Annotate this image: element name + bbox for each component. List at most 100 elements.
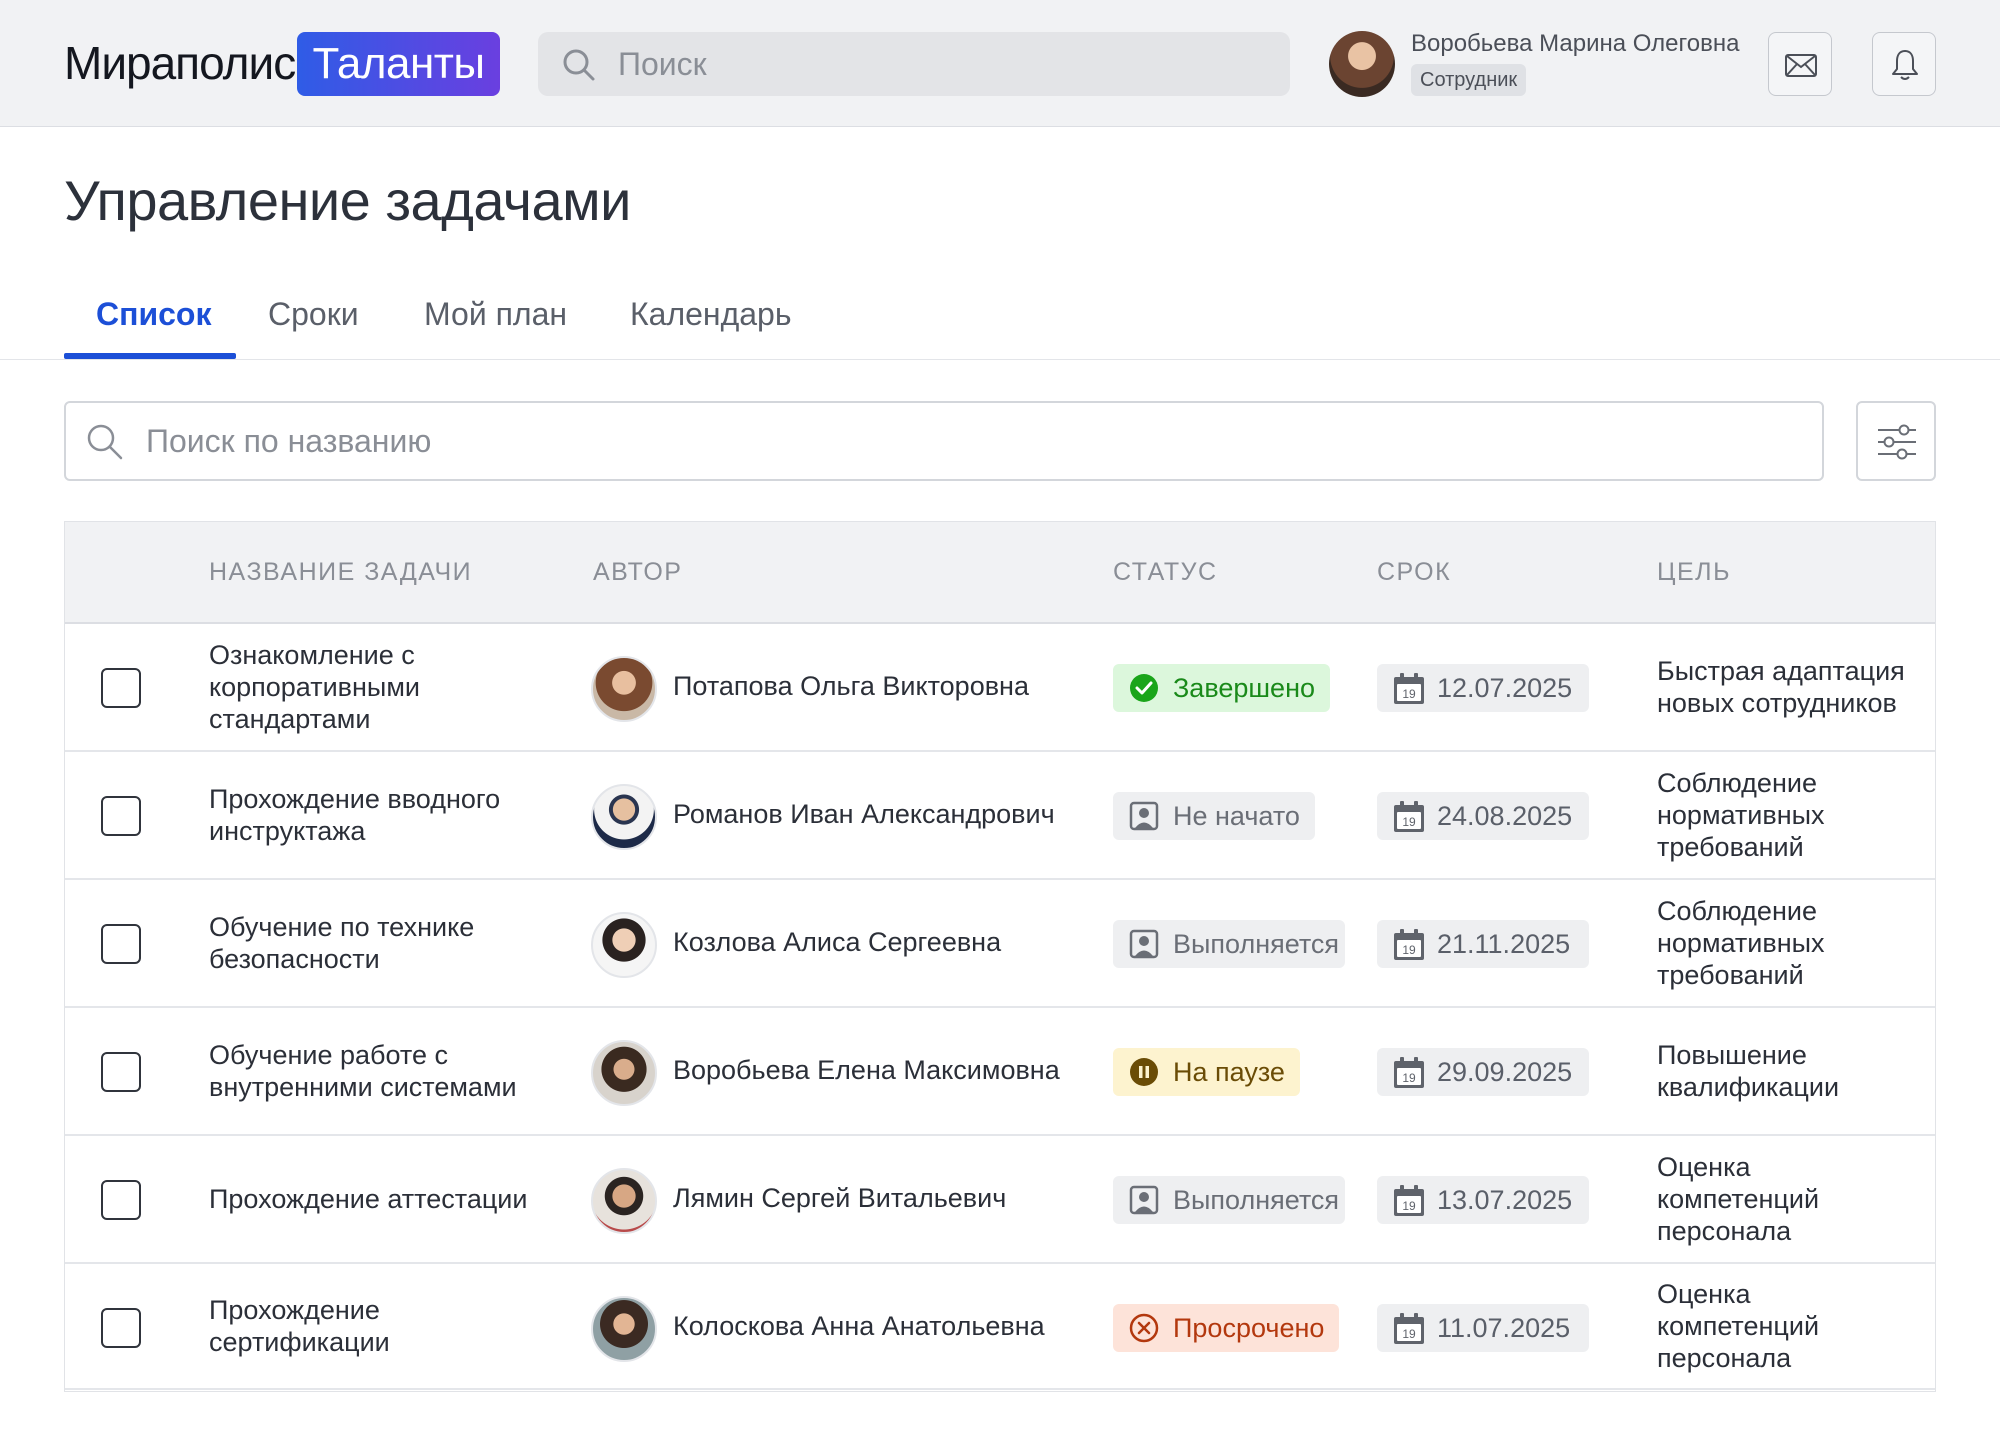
table-row[interactable]: Обучение по технике безопасности Козлова …: [65, 880, 1935, 1008]
row-checkbox[interactable]: [101, 1180, 141, 1220]
task-search-input[interactable]: Поиск по названию: [64, 401, 1824, 481]
column-header-deadline[interactable]: СРОК: [1377, 558, 1451, 587]
row-checkbox[interactable]: [101, 1308, 141, 1348]
calendar-icon: 19: [1394, 1313, 1424, 1344]
status-label: Выполняется: [1173, 929, 1340, 959]
table-row[interactable]: Прохождение вводного инструктажа Романов …: [65, 752, 1935, 880]
goal-text: Соблюдение нормативных требований: [1657, 896, 1825, 990]
task-name[interactable]: Прохождение вводного инструктажа: [209, 783, 559, 847]
deadline-date: 13.07.2025: [1437, 1185, 1573, 1215]
table-row[interactable]: Обучение работе с внутренними системами В…: [65, 1008, 1935, 1136]
calendar-icon: 19: [1394, 1185, 1424, 1216]
column-header-author[interactable]: АВТОР: [593, 558, 682, 587]
user-name: Воробьева Марина Олеговна: [1411, 30, 1740, 57]
row-checkbox[interactable]: [101, 924, 141, 964]
author-avatar: [591, 1168, 657, 1234]
author-avatar: [591, 1040, 657, 1106]
table-row[interactable]: Прохождение аттестации Лямин Сергей Витал…: [65, 1136, 1935, 1264]
global-search-input[interactable]: Поиск: [538, 32, 1290, 96]
pause-circle-icon: [1130, 1058, 1158, 1086]
status-label: На паузе: [1173, 1057, 1285, 1087]
tab-deadlines[interactable]: Сроки: [268, 296, 359, 333]
status-badge: Выполняется: [1113, 920, 1345, 968]
filter-sliders-icon: [1878, 424, 1916, 460]
tab-calendar[interactable]: Календарь: [630, 296, 792, 333]
tasks-table: НАЗВАНИЕ ЗАДАЧИ АВТОР СТАТУС СРОК ЦЕЛЬ О…: [64, 521, 1936, 1392]
status-label: Завершено: [1173, 673, 1316, 703]
deadline-date: 21.11.2025: [1437, 929, 1571, 959]
column-header-goal[interactable]: ЦЕЛЬ: [1657, 558, 1731, 587]
calendar-day-number: 19: [1402, 1071, 1416, 1085]
status-label: Не начато: [1173, 801, 1300, 831]
row-checkbox[interactable]: [101, 1052, 141, 1092]
search-icon: [563, 49, 595, 81]
goal-text: Оценка компетенций персонала: [1657, 1152, 1820, 1246]
deadline-badge: 19 12.07.2025: [1377, 664, 1589, 712]
author-name: Романов Иван Александрович: [673, 799, 1055, 829]
deadline-badge: 19 29.09.2025: [1377, 1048, 1589, 1096]
table-row[interactable]: Ознакомление с корпоративными стандартам…: [65, 624, 1935, 752]
task-search-placeholder: Поиск по названию: [146, 423, 432, 459]
table-row[interactable]: Прохождение сертификации Колоскова Анна А…: [65, 1264, 1935, 1390]
status-badge: Не начато: [1113, 792, 1315, 840]
deadline-badge: 19 24.08.2025: [1377, 792, 1589, 840]
deadline-date: 12.07.2025: [1437, 673, 1573, 703]
status-badge: Завершено: [1113, 664, 1331, 712]
search-icon: [87, 424, 123, 460]
status-label: Выполняется: [1173, 1185, 1340, 1215]
deadline-date: 11.07.2025: [1437, 1313, 1571, 1343]
row-checkbox[interactable]: [101, 796, 141, 836]
tabs-divider: [0, 359, 2000, 360]
table-header: НАЗВАНИЕ ЗАДАЧИ АВТОР СТАТУС СРОК ЦЕЛЬ: [65, 522, 1935, 624]
author-avatar: [591, 784, 657, 850]
author-name: Воробьева Елена Максимовна: [673, 1055, 1060, 1085]
logo-badge[interactable]: Таланты: [297, 32, 500, 96]
calendar-day-number: 19: [1402, 1327, 1416, 1341]
global-search-placeholder: Поиск: [618, 46, 707, 82]
filter-button[interactable]: [1856, 401, 1936, 481]
goal-text: Повышение квалификации: [1657, 1040, 1840, 1102]
status-badge: На паузе: [1113, 1048, 1300, 1096]
goal-text: Соблюдение нормативных требований: [1657, 768, 1825, 862]
deadline-badge: 19 21.11.2025: [1377, 920, 1589, 968]
deadline-date: 24.08.2025: [1437, 801, 1573, 831]
deadline-badge: 19 13.07.2025: [1377, 1176, 1589, 1224]
bell-icon: [1892, 50, 1918, 80]
deadline-date: 29.09.2025: [1437, 1057, 1573, 1087]
page-title: Управление задачами: [64, 169, 631, 232]
messages-button[interactable]: [1768, 32, 1832, 96]
tab-list[interactable]: Список: [96, 296, 211, 333]
row-checkbox[interactable]: [101, 668, 141, 708]
calendar-day-number: 19: [1402, 687, 1416, 701]
task-name[interactable]: Обучение по технике безопасности: [209, 911, 559, 975]
check-circle-icon: [1130, 674, 1158, 702]
logo-text[interactable]: Мираполис: [64, 36, 296, 90]
status-label: Просрочено: [1173, 1313, 1325, 1343]
author-name: Лямин Сергей Витальевич: [673, 1183, 1007, 1213]
notifications-button[interactable]: [1872, 32, 1936, 96]
status-badge: Просрочено: [1113, 1304, 1340, 1352]
goal-text: Оценка компетенций персонала: [1657, 1279, 1820, 1373]
author-name: Потапова Ольга Викторовна: [673, 671, 1029, 701]
task-name[interactable]: Ознакомление с корпоративными стандартам…: [209, 639, 559, 735]
calendar-day-number: 19: [1402, 943, 1416, 957]
tab-my-plan[interactable]: Мой план: [424, 296, 567, 333]
user-avatar[interactable]: [1329, 31, 1395, 97]
author-name: Козлова Алиса Сергеевна: [673, 927, 1002, 957]
author-avatar: [591, 912, 657, 978]
author-avatar: [591, 656, 657, 722]
column-header-status[interactable]: СТАТУС: [1113, 558, 1218, 587]
column-header-task[interactable]: НАЗВАНИЕ ЗАДАЧИ: [209, 558, 472, 587]
author-avatar: [591, 1296, 657, 1362]
task-name[interactable]: Прохождение сертификации: [209, 1294, 559, 1358]
status-badge: Выполняется: [1113, 1176, 1345, 1224]
top-header: Мираполис Таланты Поиск Воробьева Марина…: [0, 0, 2000, 127]
author-name: Колоскова Анна Анатольевна: [673, 1311, 1045, 1341]
calendar-icon: 19: [1394, 801, 1424, 832]
calendar-day-number: 19: [1402, 1199, 1416, 1213]
goal-text: Быстрая адаптация новых сотрудников: [1657, 656, 1905, 718]
task-name[interactable]: Обучение работе с внутренними системами: [209, 1039, 559, 1103]
task-name[interactable]: Прохождение аттестации: [209, 1183, 559, 1215]
calendar-icon: 19: [1394, 1057, 1424, 1088]
calendar-day-number: 19: [1402, 815, 1416, 829]
